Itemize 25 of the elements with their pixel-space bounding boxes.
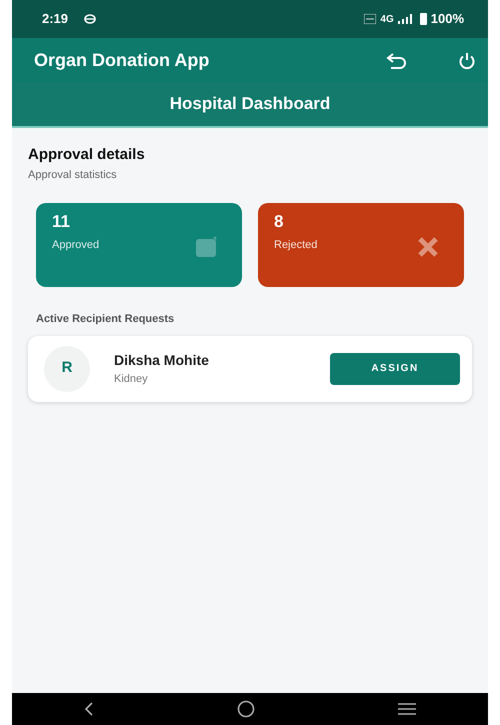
organ-label: Kidney	[114, 372, 149, 387]
signal-icon	[398, 14, 412, 24]
recipient-name: Diksha Mohite	[114, 350, 209, 370]
stat-count: 8	[274, 213, 284, 232]
stat-count: 11	[52, 213, 71, 232]
battery-icon	[420, 13, 427, 25]
network-type: 4G	[380, 12, 394, 26]
page-title: Hospital Dashboard	[170, 93, 330, 116]
menu-nav-icon[interactable]	[398, 703, 416, 715]
stat-label: Rejected	[274, 238, 318, 253]
power-icon	[458, 52, 476, 70]
home-nav-icon[interactable]	[236, 700, 255, 718]
requests-heading: Active Recipient Requests	[36, 312, 176, 327]
section-title: Approval details	[28, 145, 146, 165]
assign-button[interactable]: ASSIGN	[330, 352, 460, 384]
notification-icon	[84, 14, 96, 24]
undo-icon	[386, 52, 408, 69]
avatar: R	[44, 346, 90, 392]
back-nav-icon[interactable]	[84, 702, 94, 716]
status-time: 2:19	[42, 10, 68, 28]
section-subtitle: Approval statistics	[28, 168, 118, 182]
close-icon	[416, 235, 440, 259]
battery-percent: 100%	[430, 10, 464, 28]
app-title: Organ Donation App	[34, 48, 210, 72]
stat-label: Approved	[52, 238, 100, 253]
